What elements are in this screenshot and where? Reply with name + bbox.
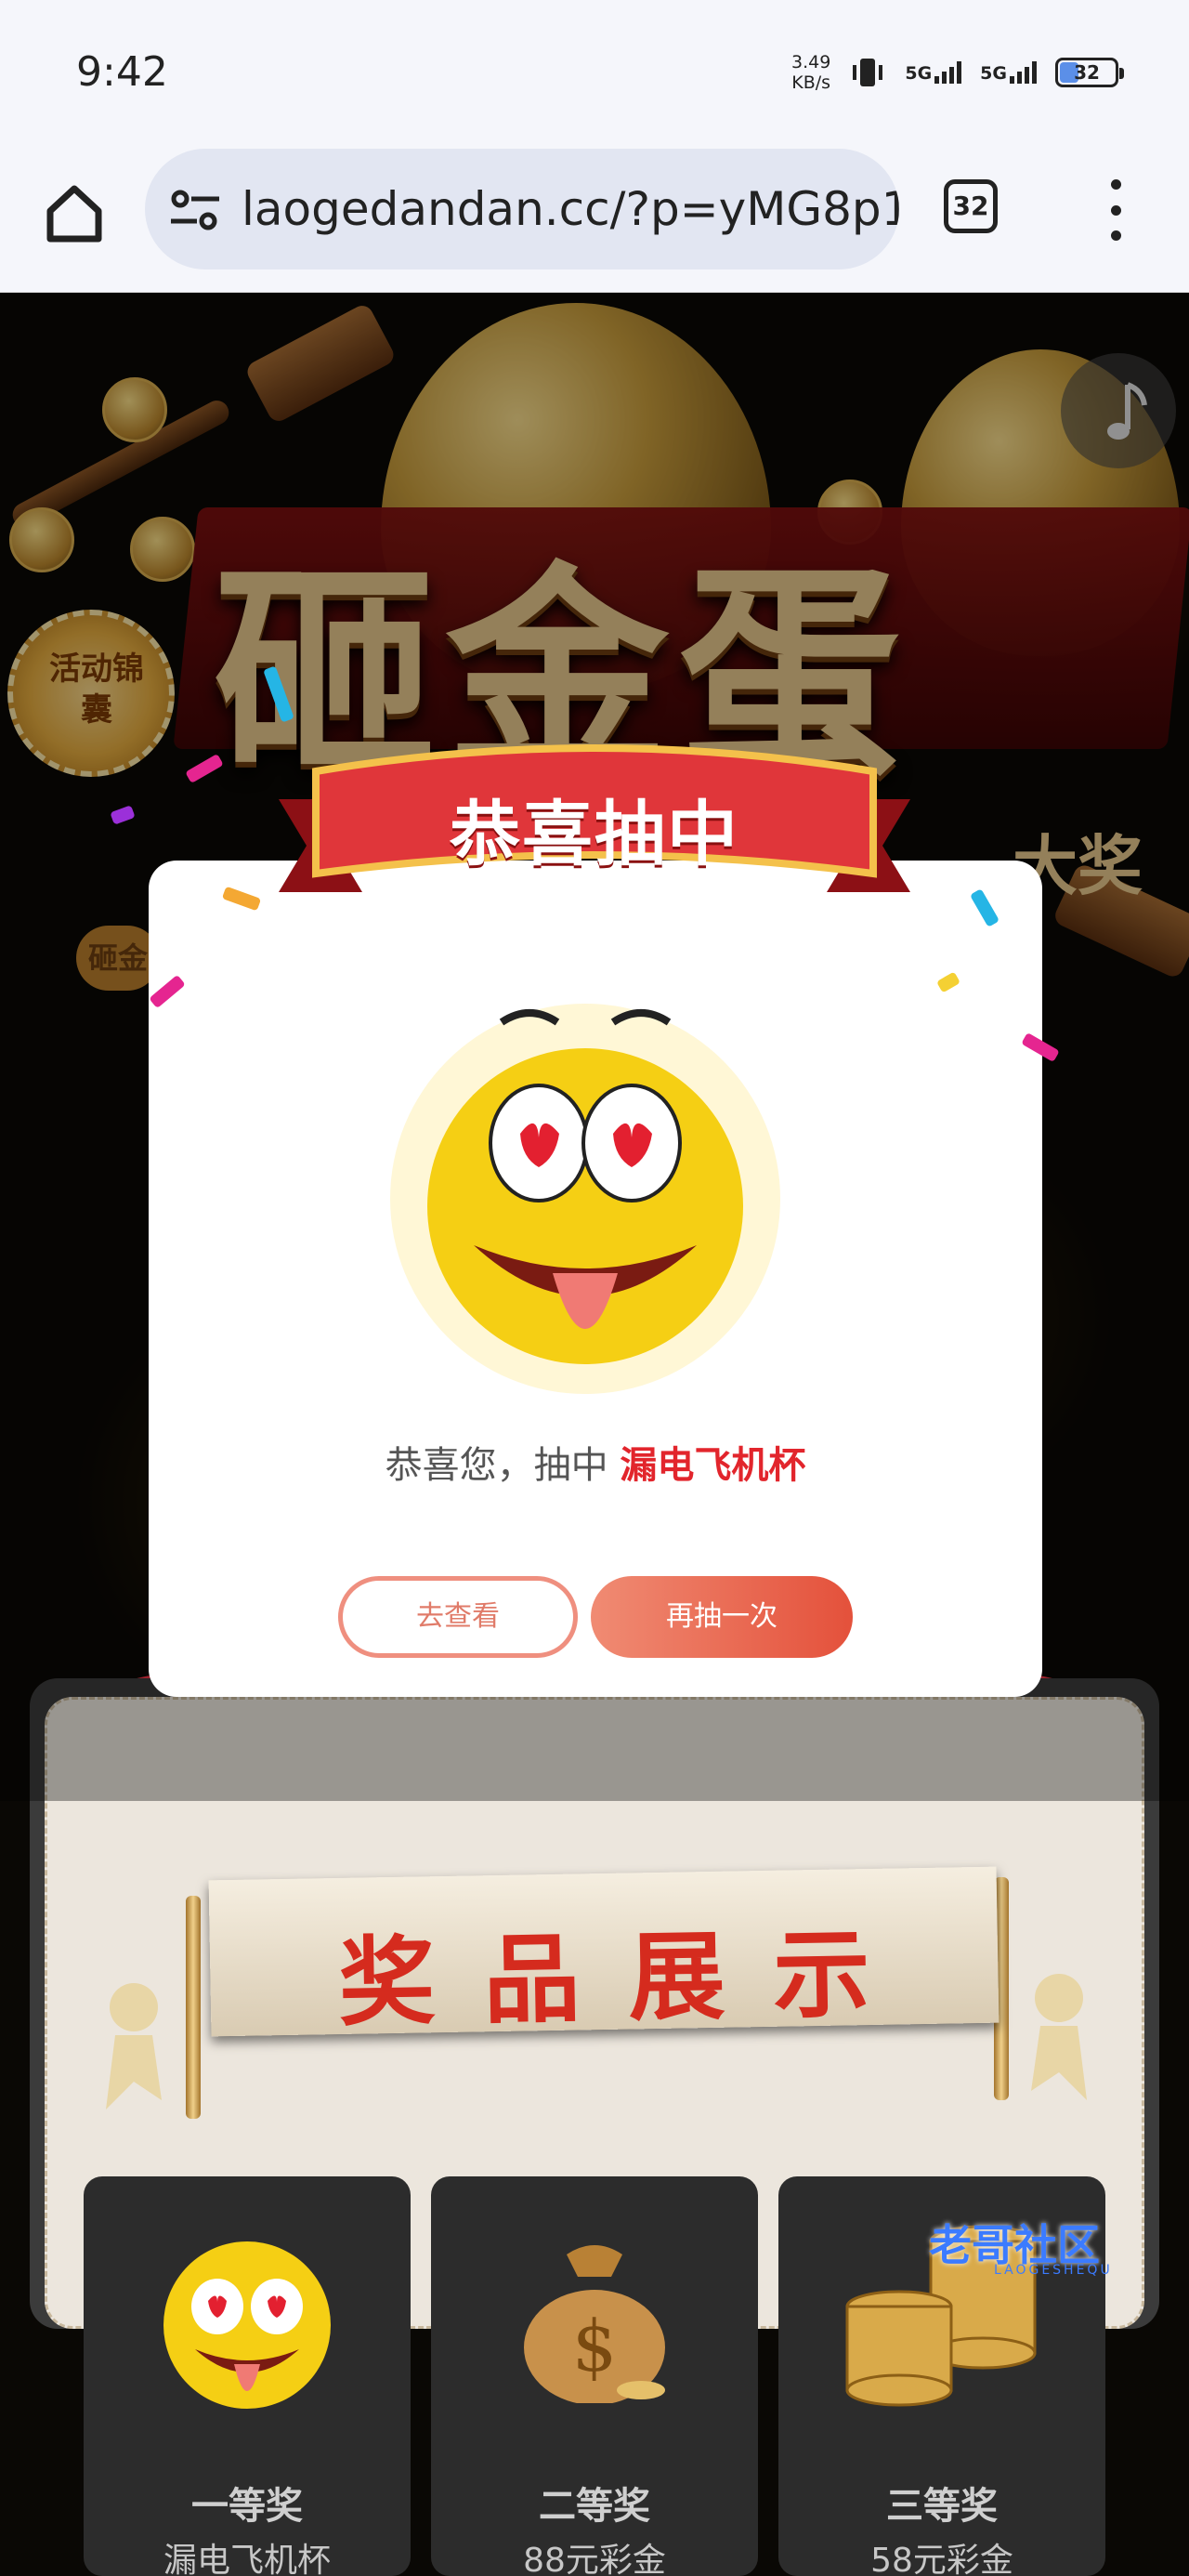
signal-sim1: 5G [905,61,962,84]
sim2-label: 5G [980,63,1007,84]
congrats-prefix: 恭喜您，抽中 [385,1444,608,1487]
cheering-figure-icon [106,1983,162,2109]
signal-sim2: 5G [980,61,1037,84]
network-speed-unit: KB/s [791,72,831,93]
prize-card-first[interactable]: 一等奖 漏电飞机杯 [84,2176,411,2576]
prize-level: 二等奖 [539,2485,650,2528]
congrats-message: 恭喜您，抽中 漏电飞机杯 [149,1435,1042,1489]
home-icon[interactable] [37,176,111,250]
modal-header: 恭喜抽中 [450,793,739,875]
prize-level: 一等奖 [191,2485,303,2528]
signal-bars-icon [1010,61,1037,84]
network-speed-value: 3.49 [791,52,831,72]
status-bar: 9:42 3.49 KB/s 5G 5G 32 [0,0,1189,144]
status-time: 9:42 [76,48,168,96]
prize-card-second[interactable]: $ 二等奖 88元彩金 [431,2176,758,2576]
vibrate-icon [853,59,883,86]
battery-level: 32 [1074,61,1100,84]
watermark-sub: LAOGESHEQU [994,2263,1113,2278]
battery-icon: 32 [1055,58,1124,87]
prize-title-scroll: 奖品展示 [208,1866,1000,2040]
prize-level: 三等奖 [886,2485,998,2528]
site-settings-icon[interactable] [169,190,221,230]
status-icons: 3.49 KB/s 5G 5G 32 [791,52,1124,93]
address-bar[interactable]: laogedandan.cc/?p=yMG8p1 [145,149,899,269]
draw-again-button[interactable]: 再抽一次 [591,1576,853,1658]
smiley-icon [390,1004,780,1394]
money-bag-icon: $ [524,2245,665,2403]
browser-toolbar: laogedandan.cc/?p=yMG8p1 32 [0,144,1189,293]
url-text[interactable]: laogedandan.cc/?p=yMG8p1 [242,182,899,236]
tab-switcher-button[interactable]: 32 [944,179,998,233]
network-speed: 3.49 KB/s [791,52,830,93]
won-prize-name: 漏电飞机杯 [620,1444,806,1487]
more-menu-icon[interactable] [1102,179,1130,241]
prize-section-title: 奖品展示 [337,1915,920,2040]
cheering-figure-icon [1031,1974,1087,2100]
view-prize-button[interactable]: 去查看 [338,1576,578,1658]
svg-text:$: $ [572,2305,617,2387]
signal-bars-icon [934,61,962,84]
prize-name: 漏电飞机杯 [163,2542,331,2576]
scroll-pole [186,1896,201,2119]
prize-name: 88元彩金 [523,2542,666,2576]
prize-name: 58元彩金 [870,2542,1013,2576]
smiley-icon [163,2241,331,2409]
sim1-label: 5G [905,63,933,84]
